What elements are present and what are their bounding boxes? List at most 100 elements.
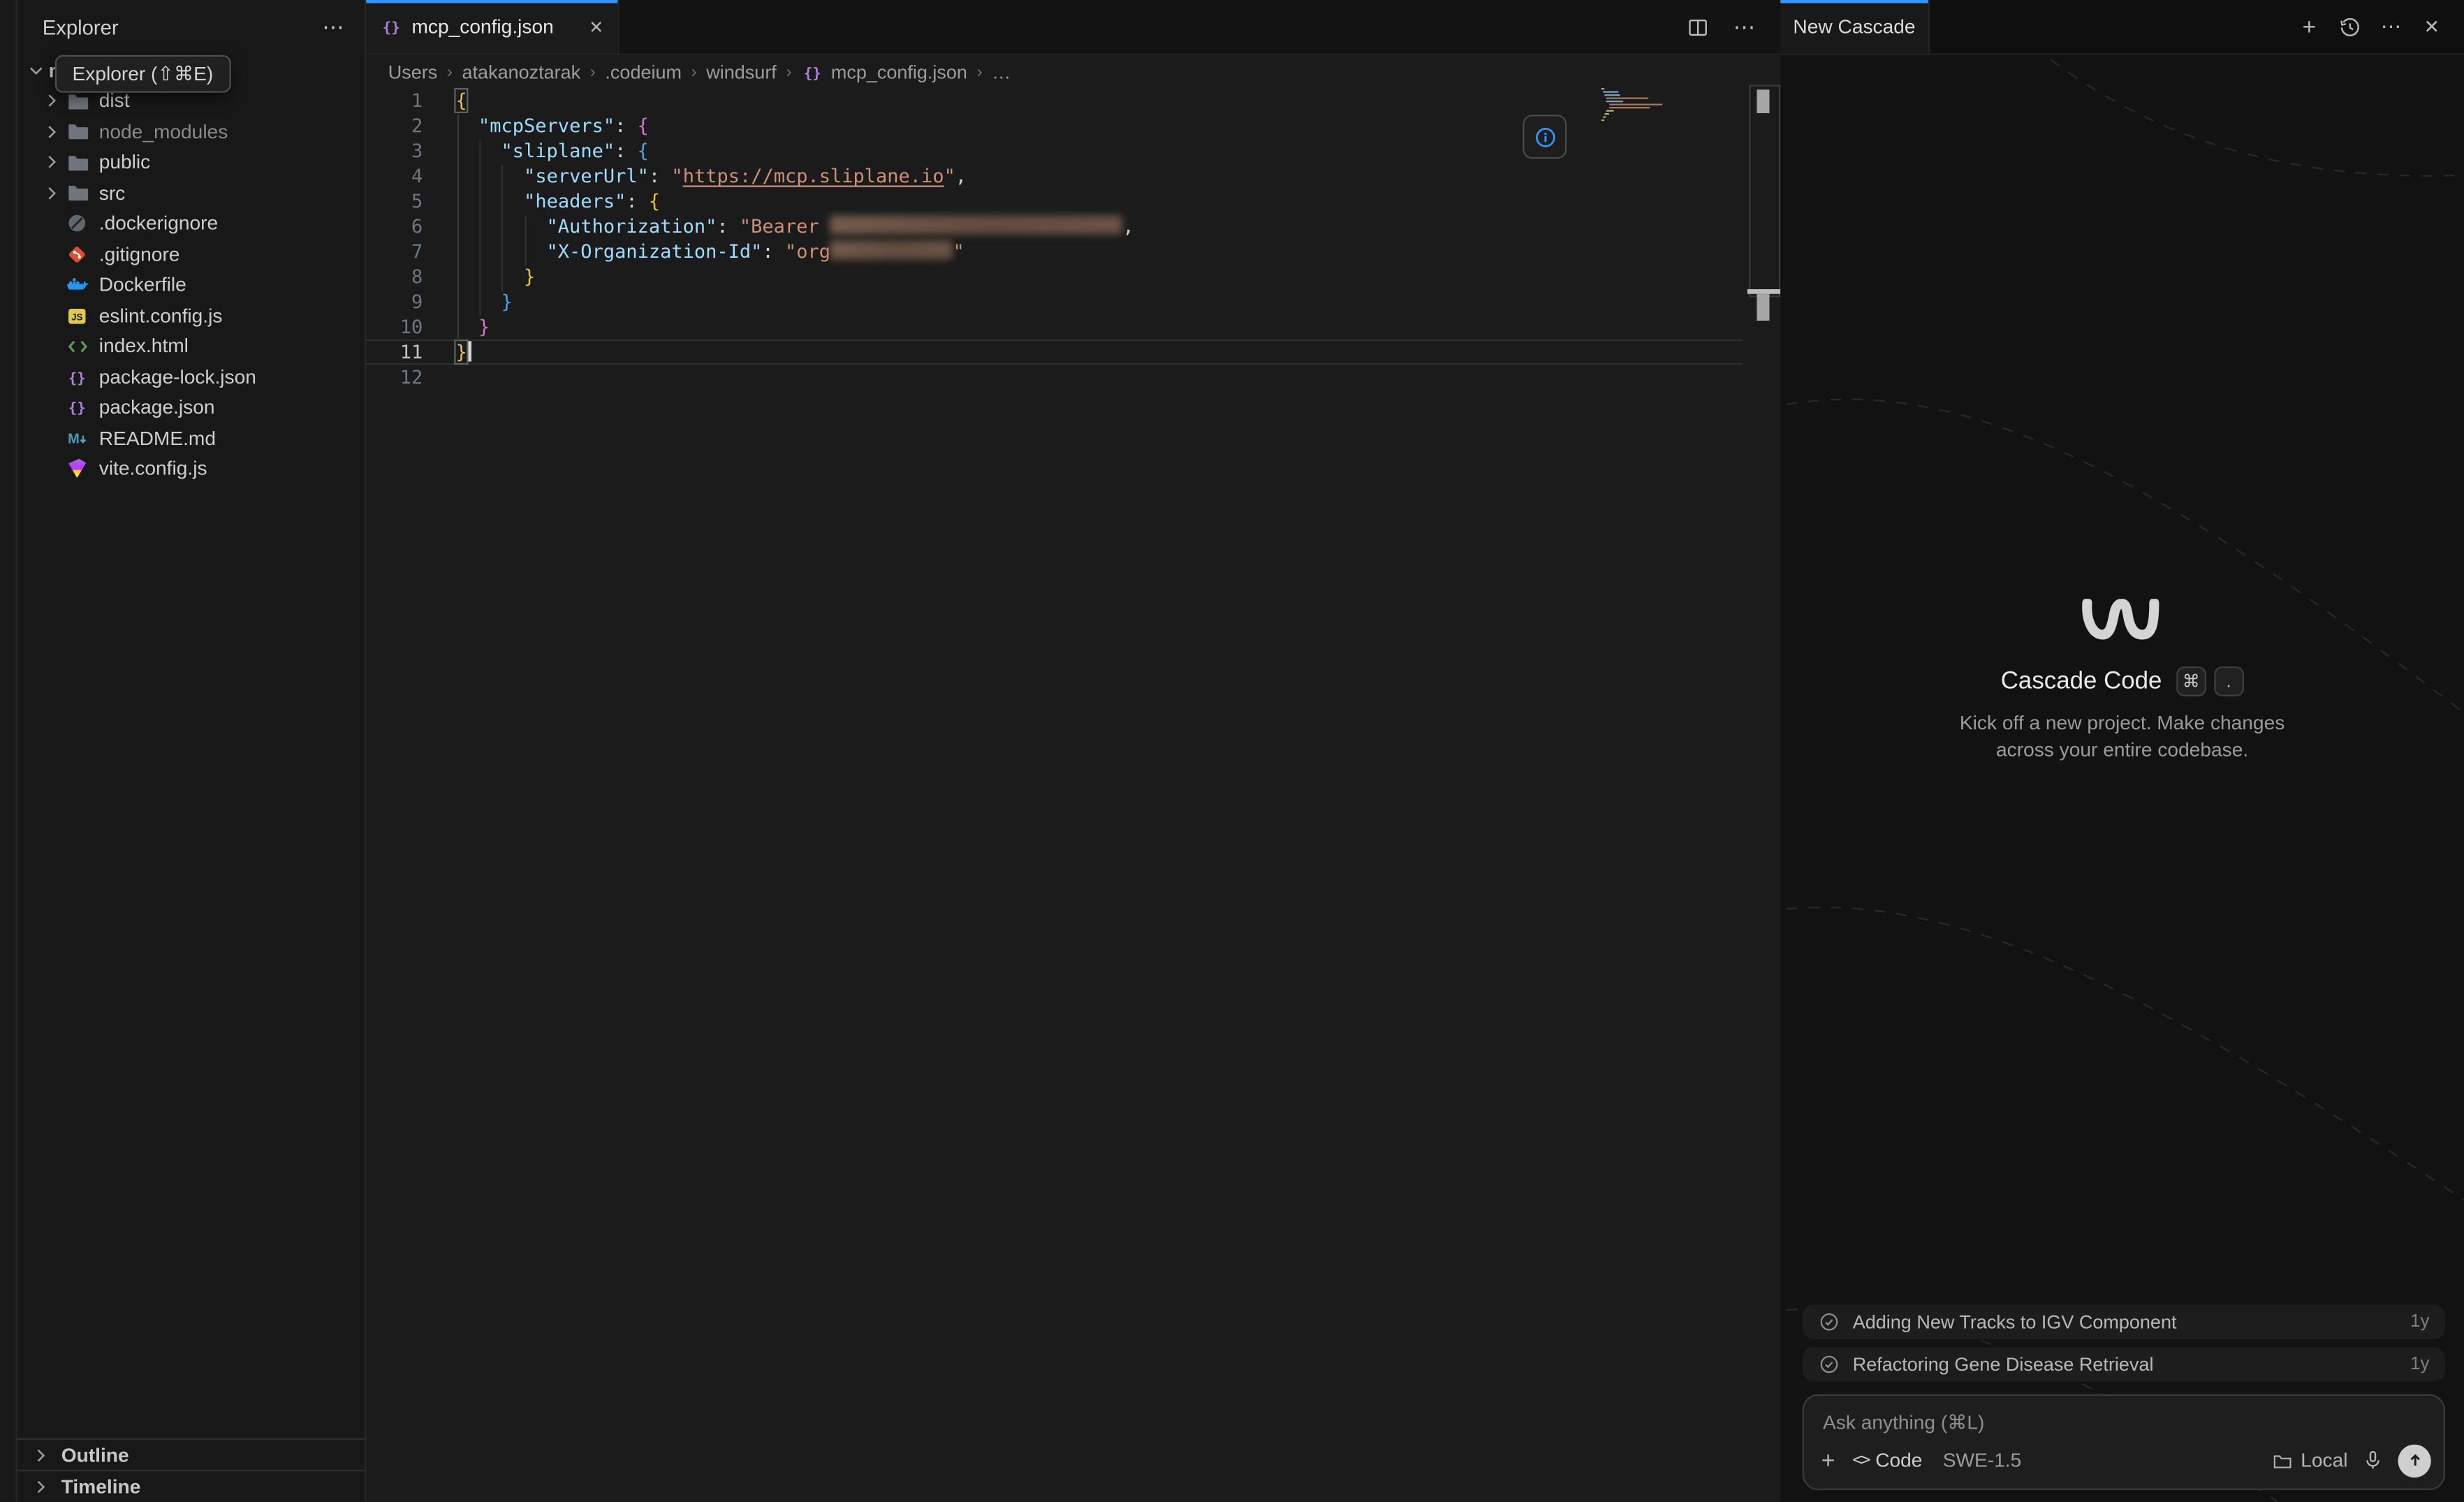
mode-selector[interactable]: <> Code (1852, 1450, 1922, 1472)
minimap[interactable] (1601, 88, 1706, 122)
line-number: 11 (366, 340, 423, 365)
breadcrumb-separator: › (590, 63, 596, 82)
minimap-line (1608, 107, 1650, 109)
js-icon: JS (64, 303, 89, 328)
minimap-line (1607, 97, 1648, 99)
tree-item-index-html[interactable]: index.html (17, 331, 365, 362)
svg-text:JS: JS (71, 312, 82, 322)
tree-item-src[interactable]: src (17, 177, 365, 208)
scrollbar-marker (1757, 89, 1770, 113)
activity-rail[interactable] (0, 0, 17, 1502)
folder-outline-icon (2273, 1450, 2293, 1471)
chevron-down-icon (24, 58, 49, 83)
tab-label: mcp_config.json (412, 16, 554, 38)
cascade-footer: Adding New Tracks to IGV Component1y Refa… (1803, 1304, 2445, 1490)
history-item[interactable]: Refactoring Gene Disease Retrieval1y (1803, 1346, 2445, 1381)
git-icon (64, 242, 89, 267)
breadcrumb-item[interactable]: windsurf (706, 61, 777, 84)
history-item[interactable]: Adding New Tracks to IGV Component1y (1803, 1304, 2445, 1339)
line-number: 10 (366, 314, 423, 340)
new-cascade-plus-icon[interactable]: + (2296, 13, 2322, 40)
split-editor-icon[interactable] (1686, 15, 1710, 38)
breadcrumb-item[interactable]: .codeium (605, 61, 682, 84)
svg-text:{}: {} (68, 400, 86, 416)
code-line-4: 4 "serverUrl": "https://mcp.sliplane.io"… (366, 163, 1743, 189)
conversation-history: Adding New Tracks to IGV Component1y Refa… (1803, 1304, 2445, 1381)
attach-plus-icon[interactable]: + (1821, 1449, 1835, 1473)
windsurf-window: Explorer ⋯ mydistnode_modulespublicsrc.d… (0, 0, 2464, 1502)
breadcrumb[interactable]: Users›atakanoztarak›.codeium›windsurf›{}… (366, 55, 1780, 90)
history-title: Refactoring Gene Disease Retrieval (1853, 1352, 2154, 1375)
editor-more-actions-icon[interactable]: ⋯ (1733, 13, 1756, 40)
chevron-right-icon (39, 180, 64, 205)
explorer-title: Explorer (43, 16, 119, 40)
html-icon (64, 334, 89, 359)
breadcrumb-separator: › (691, 63, 697, 82)
model-selector[interactable]: SWE-1.5 (1943, 1450, 2022, 1472)
line-number: 12 (366, 365, 423, 390)
code-mode-icon: <> (1852, 1451, 1869, 1470)
breadcrumb-item[interactable]: atakanoztarak (462, 61, 581, 84)
send-button[interactable] (2398, 1444, 2431, 1477)
cascade-body: Cascade Code ⌘ . Kick off a new project.… (1780, 55, 2464, 1502)
check-circle-icon (1818, 1352, 1840, 1375)
docker-icon (64, 272, 89, 298)
breadcrumb-file[interactable]: {}mcp_config.json (801, 61, 967, 84)
minimap-line (1607, 101, 1623, 103)
minimap-line (1605, 94, 1620, 96)
inline-info-button[interactable] (1523, 115, 1567, 159)
tree-item-package-json[interactable]: {}package.json (17, 392, 365, 423)
line-number: 5 (366, 189, 423, 214)
tree-item-dockerfile[interactable]: Dockerfile (17, 270, 365, 300)
cascade-close-icon[interactable]: ✕ (2419, 13, 2445, 40)
breadcrumb-separator: › (786, 63, 791, 82)
line-number: 9 (366, 289, 423, 314)
info-icon (1533, 125, 1557, 149)
contour-decoration (1780, 55, 2464, 1502)
kbd-period: . (2214, 666, 2244, 697)
json-icon: {} (64, 395, 89, 420)
editor-group: {} mcp_config.json ✕ ⋯ Users › atakanoztar… (366, 0, 1780, 1502)
cascade-more-actions-icon[interactable]: ⋯ (2377, 13, 2404, 40)
tree-item--dockerignore[interactable]: .dockerignore (17, 208, 365, 239)
code-line-8: 8 } (366, 264, 1743, 289)
tab-new-cascade[interactable]: New Cascade (1780, 0, 1930, 54)
markdown-icon: M (64, 425, 89, 451)
section-timeline[interactable]: Timeline (17, 1470, 365, 1502)
cascade-tab-bar: New Cascade + ⋯ ✕ (1780, 0, 2464, 55)
code-line-12: 12 (366, 365, 1743, 390)
folder-icon (64, 119, 89, 144)
breadcrumb-more[interactable]: … (992, 61, 1011, 84)
cascade-history-icon[interactable] (2337, 13, 2363, 40)
ignore-icon (64, 211, 89, 236)
context-selector[interactable]: Local (2273, 1450, 2348, 1472)
minimap-line (1601, 88, 1605, 90)
explorer-more-actions-icon[interactable]: ⋯ (322, 14, 346, 41)
tree-item-package-lock-json[interactable]: {}package-lock.json (17, 362, 365, 393)
tab-close-icon[interactable]: ✕ (589, 17, 603, 37)
chevron-right-icon (30, 1444, 52, 1466)
tree-item-readme-md[interactable]: MREADME.md (17, 423, 365, 453)
kbd-cmd: ⌘ (2176, 666, 2206, 697)
tree-item--gitignore[interactable]: .gitignore (17, 239, 365, 270)
svg-text:{}: {} (803, 64, 821, 81)
minimap-line (1608, 103, 1663, 105)
code-line-1: 1{ (366, 88, 1743, 113)
tree-item-vite-config-js[interactable]: vite.config.js (17, 453, 365, 484)
json-icon: {} (801, 61, 823, 84)
tab-mcp-config-json[interactable]: {} mcp_config.json ✕ (366, 0, 619, 54)
json-icon: {} (64, 364, 89, 389)
code-line-11: 11} (366, 340, 1743, 365)
tree-item-public[interactable]: public (17, 147, 365, 177)
text-cursor (469, 341, 471, 361)
tree-item-eslint-config-js[interactable]: JSeslint.config.js (17, 300, 365, 331)
check-circle-icon (1818, 1311, 1840, 1333)
folder-icon (64, 180, 89, 205)
section-outline[interactable]: Outline (17, 1438, 365, 1471)
tree-item-node-modules[interactable]: node_modules (17, 117, 365, 147)
cascade-input[interactable]: Ask anything (⌘L) + <> Code SWE-1.5 (1803, 1394, 2445, 1489)
scrollbar-overview[interactable] (1749, 85, 1780, 298)
minimap-line (1603, 91, 1618, 93)
microphone-icon[interactable] (2362, 1450, 2384, 1472)
breadcrumb-item[interactable]: Users (388, 61, 438, 84)
